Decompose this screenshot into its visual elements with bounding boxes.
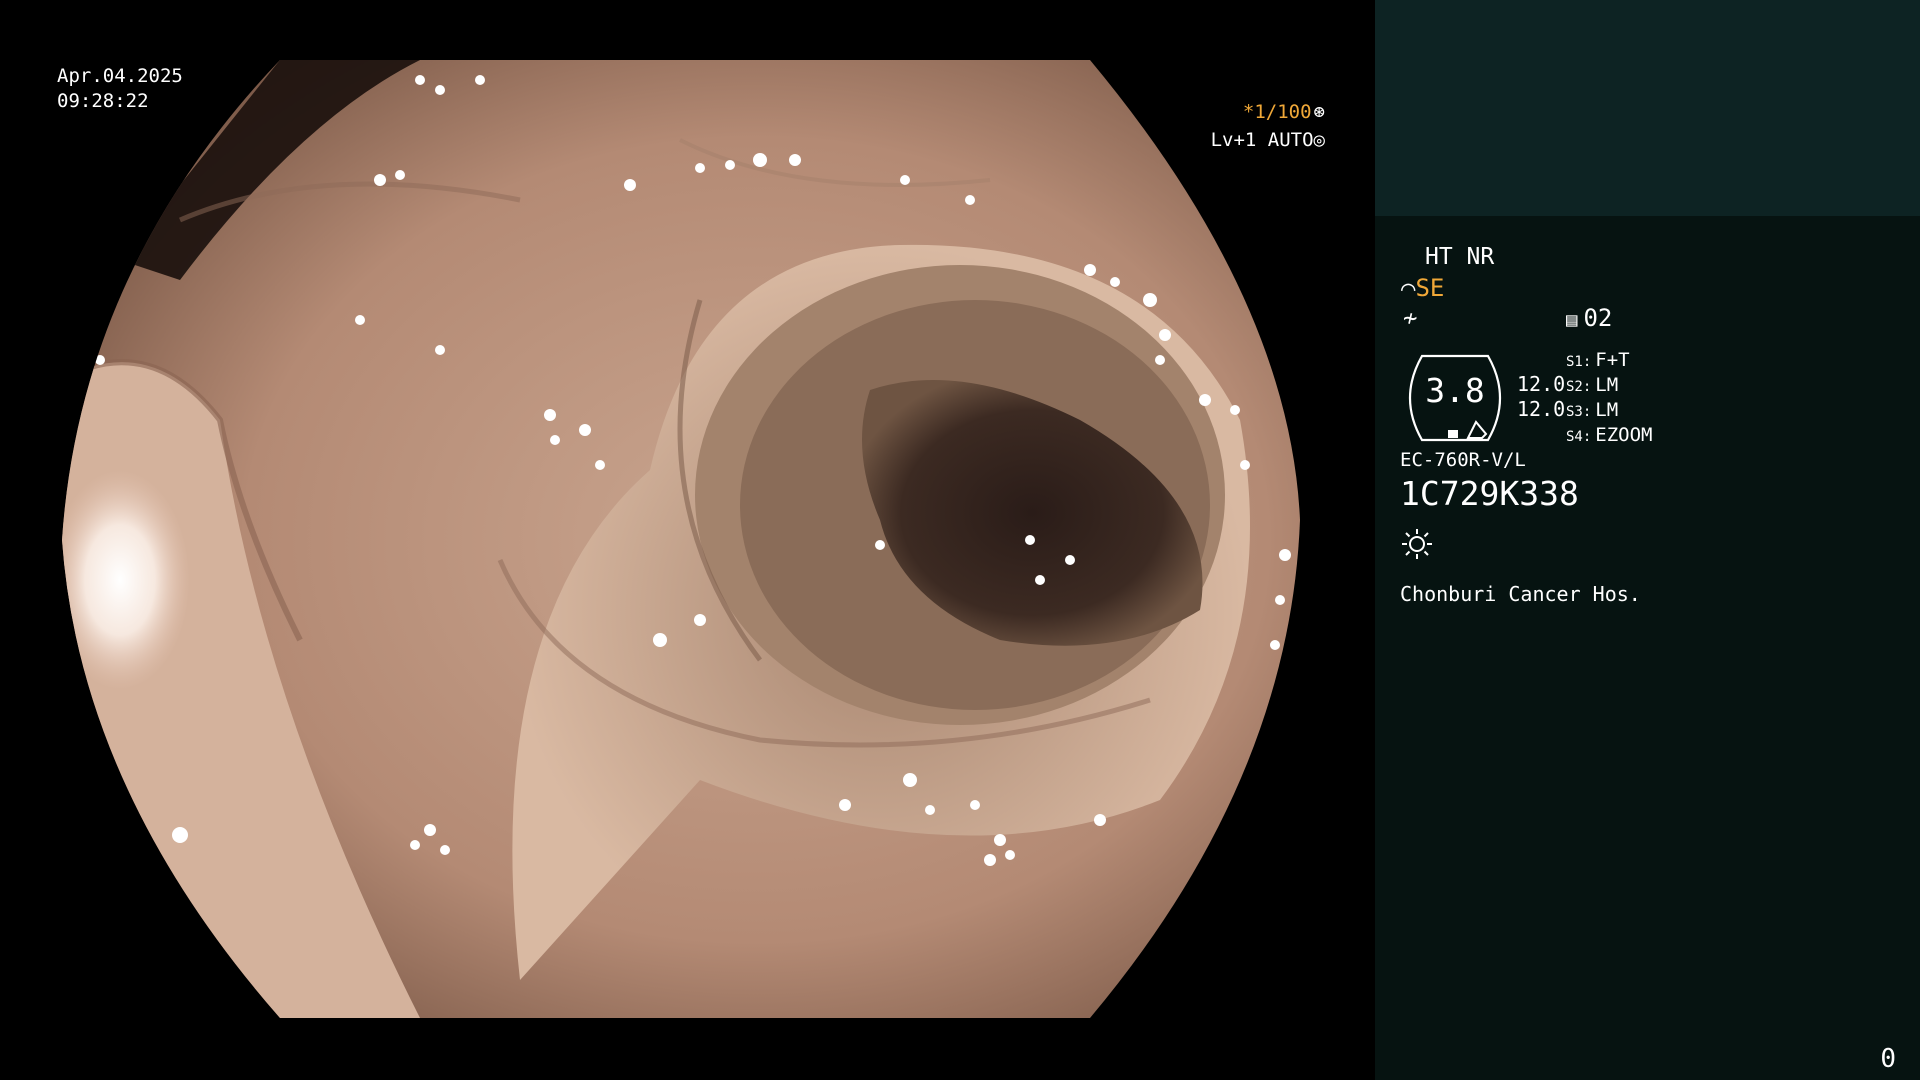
colon-lumen-image [62, 60, 1300, 1018]
endoscopy-monitor: Apr.04.2025 09:28:22 *1/100 ⊛ Lv+1 AUTO◎ … [0, 0, 1920, 1080]
hospital-name: Chonburi Cancer Hos. [1400, 582, 1641, 606]
ht-nr-label: HT NR [1425, 244, 1495, 270]
light-sun-icon [1402, 529, 1432, 559]
switch-key: S3: [1566, 404, 1592, 420]
image-counter: 0 [1880, 1044, 1896, 1074]
switch-value: F+T [1595, 349, 1630, 371]
date-text: Apr.04.2025 [57, 65, 183, 87]
endoscopic-image-view: Apr.04.2025 09:28:22 *1/100 ⊛ Lv+1 AUTO◎ [0, 0, 1375, 1080]
shutter-value: 1/100 [1254, 101, 1312, 123]
time-text: 09:28:22 [57, 90, 149, 112]
switch-key: S1: [1566, 354, 1592, 370]
switch-value: EZOOM [1595, 424, 1653, 446]
memory-icon: ▤ [1566, 309, 1578, 331]
switch-key: S2: [1566, 379, 1592, 395]
switch-value: LM [1595, 374, 1619, 396]
zoom-value-2: 12.0 [1517, 397, 1566, 421]
switch-row-s2: S2: LM [1566, 374, 1618, 396]
info-panel-header [1375, 0, 1920, 216]
aperture-icon: ⊛ [1313, 101, 1325, 123]
structure-enhance-row: ⌒SE [1401, 274, 1444, 302]
memory-mode-row: ▤ 02 [1566, 304, 1612, 332]
zoom-value-1: 12.0 [1517, 372, 1566, 396]
exposure-display: Lv+1 AUTO◎ [1211, 128, 1325, 153]
switch-row-s4: S4: EZOOM [1566, 424, 1653, 446]
zoom-dial-value: 3.8 [1425, 371, 1485, 410]
date-time-display: Apr.04.2025 09:28:22 [57, 64, 183, 114]
exposure-value: Lv+1 AUTO [1210, 129, 1314, 151]
switch-row-s3: S3: LM [1566, 399, 1618, 421]
info-panel: HT NR ⌒SE ≁ ▤ 02 3.8 12.0 12.0 S1: F+T S2:… [1375, 216, 1920, 1080]
shutter-speed-display: *1/100 ⊛ [1243, 100, 1325, 125]
scope-serial-number: 1C729K338 [1400, 474, 1579, 513]
switch-key: S4: [1566, 429, 1592, 445]
scope-model-label: EC-760R-V/L [1400, 449, 1526, 471]
color-enhance-icon: ≁ [1403, 304, 1418, 332]
iris-icon: ◎ [1313, 129, 1325, 151]
structure-enhance-icon: ⌒ [1401, 274, 1416, 302]
switch-value: LM [1595, 399, 1619, 421]
switch-row-s1: S1: F+T [1566, 349, 1630, 371]
shutter-prefix: * [1242, 101, 1255, 123]
structure-enhance-value: SE [1415, 274, 1445, 302]
memory-mode-value: 02 [1583, 304, 1613, 332]
